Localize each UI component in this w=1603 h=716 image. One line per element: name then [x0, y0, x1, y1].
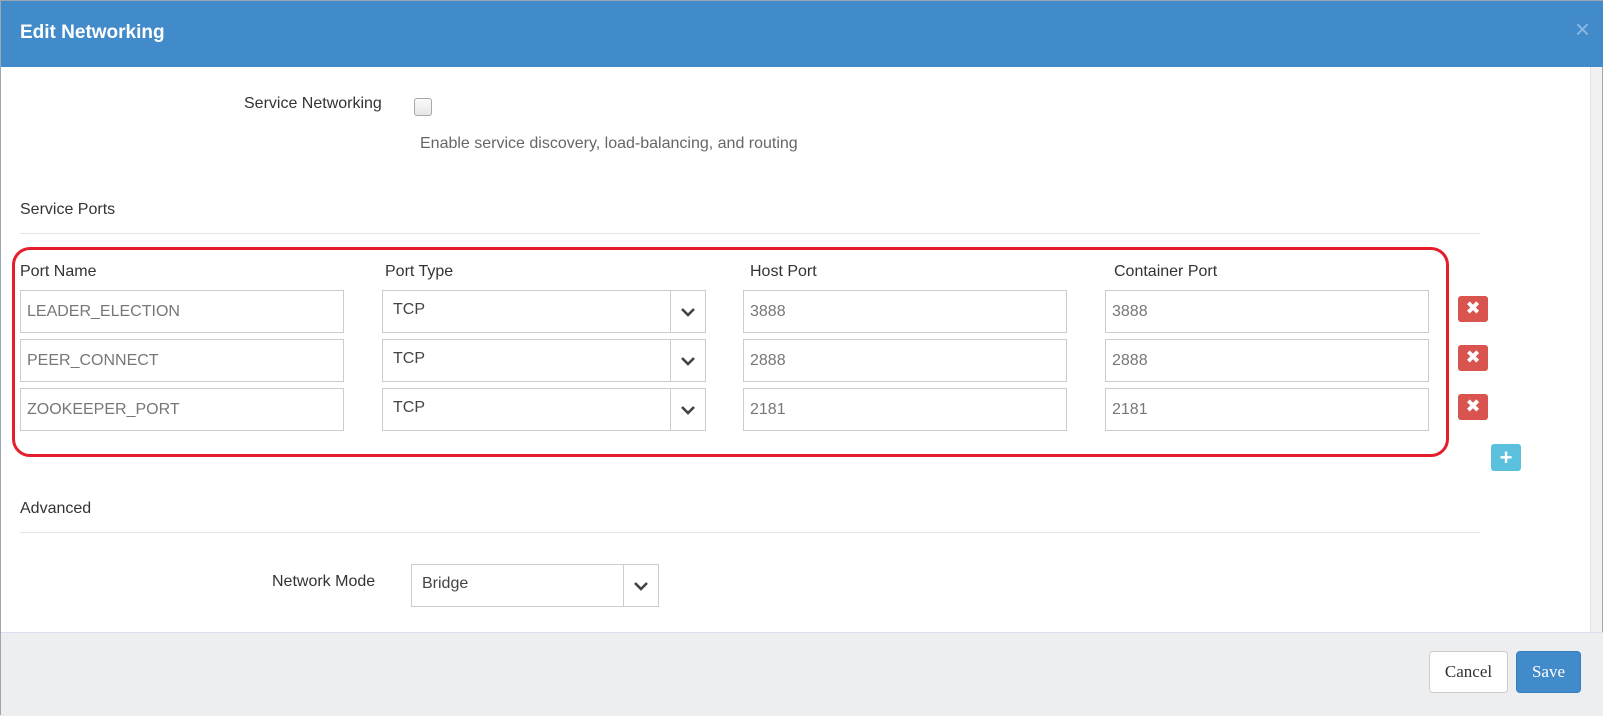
dialog-title: Edit Networking [20, 22, 165, 43]
chevron-down-icon[interactable] [670, 291, 705, 332]
container-port-input[interactable]: 2888 [1105, 339, 1429, 382]
divider [20, 532, 1480, 533]
dialog-header: Edit Networking × [1, 1, 1603, 67]
service-networking-checkbox[interactable] [414, 98, 432, 116]
port-type-value: TCP [393, 399, 425, 416]
remove-icon[interactable]: ✖ [1458, 345, 1488, 371]
container-port-input[interactable]: 3888 [1105, 290, 1429, 333]
remove-icon[interactable]: ✖ [1458, 296, 1488, 322]
port-name-input[interactable]: ZOOKEEPER_PORT [20, 388, 344, 431]
chevron-down-icon[interactable] [670, 389, 705, 430]
divider [20, 233, 1480, 234]
service-networking-help: Enable service discovery, load-balancing… [420, 135, 798, 152]
close-icon[interactable]: × [1575, 16, 1590, 42]
port-type-select[interactable]: TCP [382, 290, 706, 333]
column-header-container-port: Container Port [1114, 263, 1218, 280]
network-mode-label: Network Mode [272, 573, 376, 590]
network-mode-value: Bridge [422, 575, 469, 592]
network-mode-select[interactable]: Bridge [411, 564, 659, 607]
column-header-host-port: Host Port [750, 263, 817, 280]
port-name-input[interactable]: PEER_CONNECT [20, 339, 344, 382]
chevron-down-icon[interactable] [670, 340, 705, 381]
chevron-down-icon[interactable] [623, 565, 658, 606]
port-type-value: TCP [393, 301, 425, 318]
service-networking-label: Service Networking [244, 95, 382, 112]
port-type-select[interactable]: TCP [382, 388, 706, 431]
plus-icon[interactable]: + [1491, 444, 1521, 471]
remove-icon[interactable]: ✖ [1458, 394, 1488, 420]
edit-networking-dialog: Edit Networking × Service Networking Ena… [0, 0, 1603, 716]
host-port-input[interactable]: 2888 [743, 339, 1067, 382]
column-header-port-type: Port Type [385, 263, 454, 280]
scrollbar[interactable] [1590, 67, 1602, 632]
host-port-input[interactable]: 2181 [743, 388, 1067, 431]
cancel-button[interactable]: Cancel [1429, 651, 1508, 693]
save-button[interactable]: Save [1516, 651, 1581, 693]
container-port-input[interactable]: 2181 [1105, 388, 1429, 431]
dialog-footer [1, 632, 1603, 716]
port-type-value: TCP [393, 350, 425, 367]
advanced-heading: Advanced [20, 500, 92, 517]
column-header-port-name: Port Name [20, 263, 97, 280]
service-ports-heading: Service Ports [20, 201, 116, 218]
host-port-input[interactable]: 3888 [743, 290, 1067, 333]
port-name-input[interactable]: LEADER_ELECTION [20, 290, 344, 333]
port-type-select[interactable]: TCP [382, 339, 706, 382]
